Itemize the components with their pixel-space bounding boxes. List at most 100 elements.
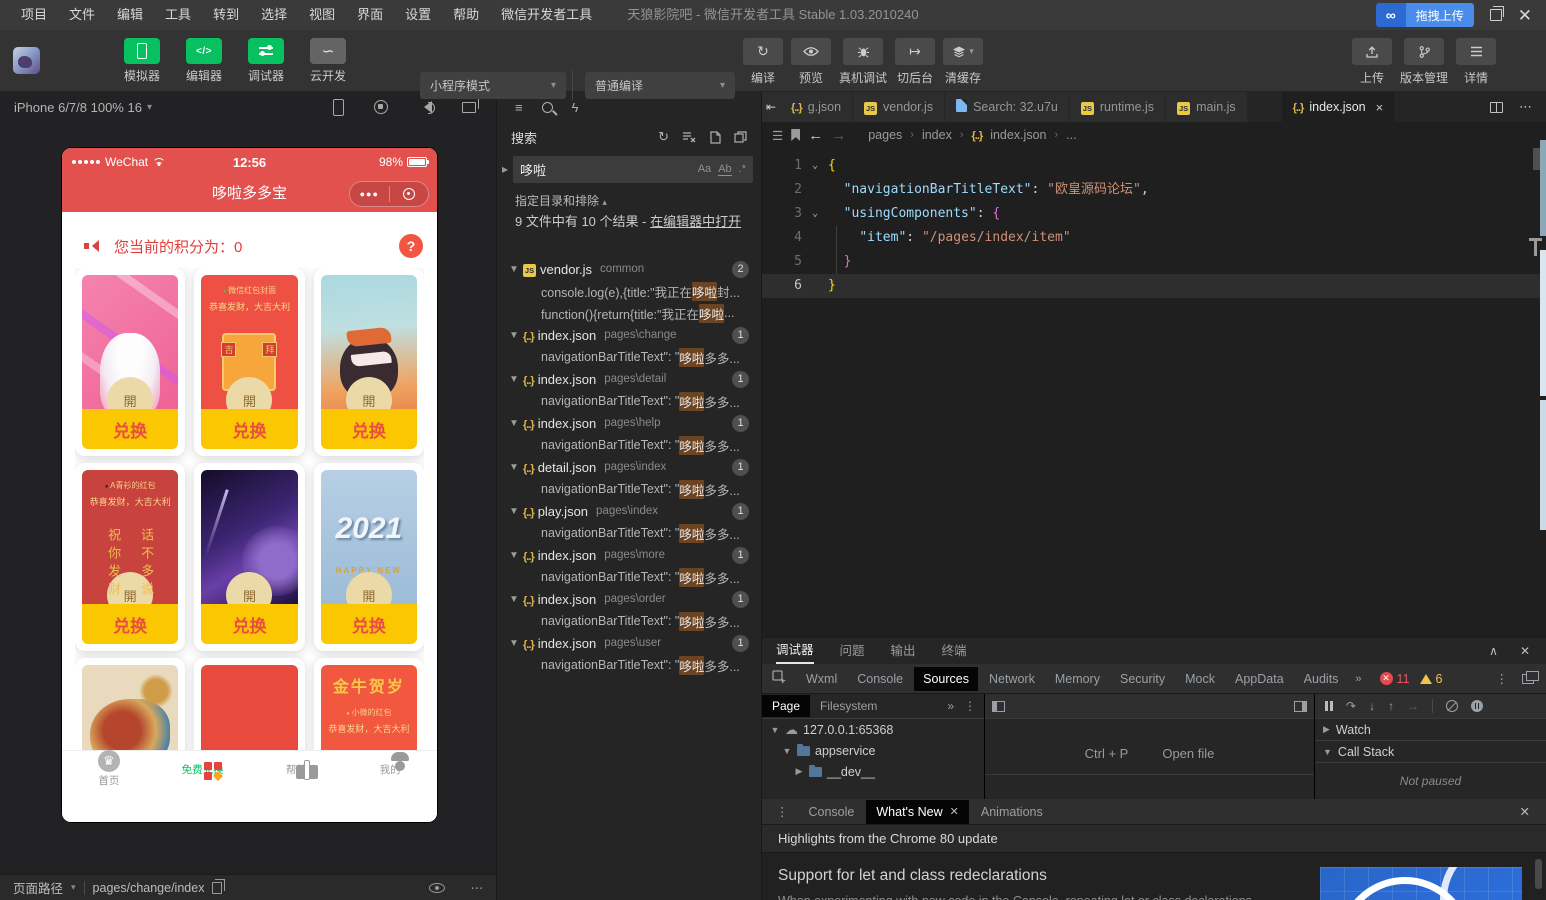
clear-results-icon[interactable] xyxy=(682,131,696,143)
deactivate-breakpoints-icon[interactable] xyxy=(1446,700,1459,712)
forward-icon[interactable]: → xyxy=(831,127,846,144)
avatar[interactable] xyxy=(13,47,40,74)
back-icon[interactable]: ← xyxy=(808,127,823,144)
search-match[interactable]: console.log(e),{title:"我正在 哆啦 封... xyxy=(497,280,761,302)
version-control-button[interactable]: 版本管理 xyxy=(1400,38,1448,86)
card[interactable]: 微信红包封面恭喜发财，大吉大利吉拜開兑换 xyxy=(194,268,305,456)
breadcrumb-item[interactable]: index xyxy=(922,128,952,142)
devtools-tab-audits[interactable]: Audits xyxy=(1295,667,1348,691)
redeem-button[interactable]: 兑换 xyxy=(320,604,417,644)
search-match[interactable]: navigationBarTitleText": " 哆啦 多多... xyxy=(497,346,761,368)
whole-word-icon[interactable]: Ab xyxy=(718,163,732,176)
more-options-icon[interactable]: ⋮ xyxy=(1496,671,1509,686)
devtools-tab-console[interactable]: Console xyxy=(848,667,912,691)
panel-tab-输出[interactable]: 输出 xyxy=(891,639,916,663)
menubar-item[interactable]: 文件 xyxy=(58,0,106,30)
inspect-element-icon[interactable] xyxy=(770,669,795,688)
search-match[interactable]: navigationBarTitleText": " 哆啦 多多... xyxy=(497,566,761,588)
drag-upload-button[interactable]: ∞ 拖拽上传 xyxy=(1375,3,1474,27)
editor-tab[interactable]: JS runtime.js xyxy=(1069,92,1167,122)
record-icon[interactable] xyxy=(374,100,388,114)
search-result-group[interactable]: ▼ JS vendor.js common 2 xyxy=(497,258,761,280)
navigator-tab-page[interactable]: Page xyxy=(762,695,811,717)
search-icon[interactable] xyxy=(541,101,553,113)
devtools-tab-memory[interactable]: Memory xyxy=(1046,667,1109,691)
search-result-group[interactable]: ▼ {..} index.json pages\user 1 xyxy=(497,632,761,654)
breadcrumb-item[interactable]: index.json xyxy=(990,128,1046,142)
editor-tab[interactable]: JS vendor.js xyxy=(853,92,946,122)
file-list-icon[interactable]: ≡ xyxy=(515,100,523,115)
card[interactable]: 2021HAPPY NEW YEAR開兑换 xyxy=(313,463,424,651)
window-close-icon[interactable]: ✕ xyxy=(1518,7,1532,24)
pause-icon[interactable] xyxy=(1325,701,1333,711)
more-icon[interactable]: ●●● xyxy=(350,189,389,199)
match-case-icon[interactable]: Aa xyxy=(698,163,711,175)
code-area[interactable]: 1 ⌄{2 "navigationBarTitleText": "欧皇源码论坛",… xyxy=(762,148,1546,637)
redeem-button[interactable]: 兑换 xyxy=(201,604,298,644)
drawer-scrollbar[interactable] xyxy=(1535,859,1542,889)
menubar-item[interactable]: 选择 xyxy=(250,0,298,30)
redeem-button[interactable]: 兑换 xyxy=(82,409,179,449)
search-match[interactable]: navigationBarTitleText": " 哆啦 多多... xyxy=(497,434,761,456)
devtools-tab-sources[interactable]: Sources xyxy=(914,666,978,691)
search-result-group[interactable]: ▼ {..} index.json pages\order 1 xyxy=(497,588,761,610)
toggle-simulator-button[interactable]: 模拟器 xyxy=(118,38,166,84)
tree-item-appservice[interactable]: ▼ appservice xyxy=(762,740,984,761)
minimize-icon[interactable] xyxy=(390,188,429,200)
step-over-icon[interactable]: ↷ xyxy=(1346,699,1356,713)
more-actions-icon[interactable]: ⋯ xyxy=(1519,99,1532,115)
open-in-editor-link[interactable]: 在编辑器中打开 xyxy=(650,214,741,229)
toggle-editor-button[interactable]: </> 编辑器 xyxy=(180,38,228,84)
mini-program-mode-dropdown[interactable]: 小程序模式 ▾ xyxy=(420,72,566,99)
watch-section[interactable]: ▶ Watch xyxy=(1315,719,1546,741)
panel-tab-问题[interactable]: 问题 xyxy=(840,639,865,663)
details-button[interactable]: 详情 xyxy=(1456,38,1497,86)
collapse-all-icon[interactable] xyxy=(734,131,747,143)
redeem-button[interactable]: 兑换 xyxy=(320,409,417,449)
devtools-tab-security[interactable]: Security xyxy=(1111,667,1174,691)
path-label[interactable]: 页面路径 xyxy=(13,878,63,897)
window-restore-icon[interactable] xyxy=(1489,6,1504,21)
split-editor-icon[interactable] xyxy=(1490,101,1503,113)
close-panel-icon[interactable]: ✕ xyxy=(1520,644,1530,658)
compile-mode-dropdown[interactable]: 普通编译 ▾ xyxy=(585,72,735,99)
regex-icon[interactable]: .* xyxy=(739,163,746,175)
tabbar-item-gift[interactable]: 帮助 xyxy=(250,751,344,786)
menubar-item[interactable]: 转到 xyxy=(202,0,250,30)
menubar-item[interactable]: 视图 xyxy=(298,0,346,30)
menubar-item[interactable]: 项目 xyxy=(10,0,58,30)
search-input[interactable]: 哆啦 Aa Ab .* xyxy=(513,155,753,183)
editor-tab[interactable]: {..} index.json × xyxy=(1281,92,1396,122)
editor-tab[interactable]: JS main.js xyxy=(1166,92,1248,122)
fold-icon[interactable]: ⌄ xyxy=(802,154,828,178)
pause-on-exceptions-icon[interactable] xyxy=(1471,700,1484,712)
open-file-label[interactable]: Open file xyxy=(1162,746,1214,761)
navigator-tab-filesystem[interactable]: Filesystem xyxy=(810,695,887,717)
help-button[interactable]: ? xyxy=(399,234,423,258)
more-options-icon[interactable]: ⋮ xyxy=(964,699,976,713)
device-debug-button[interactable]: 真机调试 xyxy=(839,38,887,86)
search-match[interactable]: navigationBarTitleText": " 哆啦 多多... xyxy=(497,522,761,544)
breadcrumb-item[interactable]: ... xyxy=(1066,128,1076,142)
search-result-group[interactable]: ▼ {..} index.json pages\more 1 xyxy=(497,544,761,566)
more-tabs-icon[interactable]: » xyxy=(1349,673,1367,685)
refresh-icon[interactable]: ↻ xyxy=(658,129,669,145)
files-filter-toggle[interactable]: 指定目录和排除 ▴ xyxy=(515,192,607,209)
quick-action-icon[interactable]: ϟ xyxy=(572,100,579,115)
clear-cache-button[interactable]: ▾ 清缓存 xyxy=(943,38,984,86)
toggle-inspector-button[interactable]: 调试器 xyxy=(242,38,290,84)
search-match[interactable]: navigationBarTitleText": " 哆啦 多多... xyxy=(497,478,761,500)
multi-window-icon[interactable] xyxy=(462,97,479,113)
more-options-icon[interactable]: ⋮ xyxy=(768,804,797,819)
tabbar-item-grid[interactable]: 免费兑换 xyxy=(156,751,250,786)
search-match[interactable]: navigationBarTitleText": " 哆啦 多多... xyxy=(497,610,761,632)
step-out-icon[interactable]: ↑ xyxy=(1388,699,1394,713)
toggle-replace-icon[interactable]: ▸ xyxy=(497,162,513,176)
menubar-item[interactable]: 设置 xyxy=(394,0,442,30)
search-match[interactable]: function(){return{title:"我正在 哆啦... xyxy=(497,302,761,324)
menubar-item[interactable]: 编辑 xyxy=(106,0,154,30)
expand-all-icon[interactable] xyxy=(709,130,721,144)
step-icon[interactable]: → xyxy=(1407,699,1419,713)
menubar-item[interactable]: 界面 xyxy=(346,0,394,30)
compile-button[interactable]: ↻ 编译 xyxy=(743,38,783,86)
